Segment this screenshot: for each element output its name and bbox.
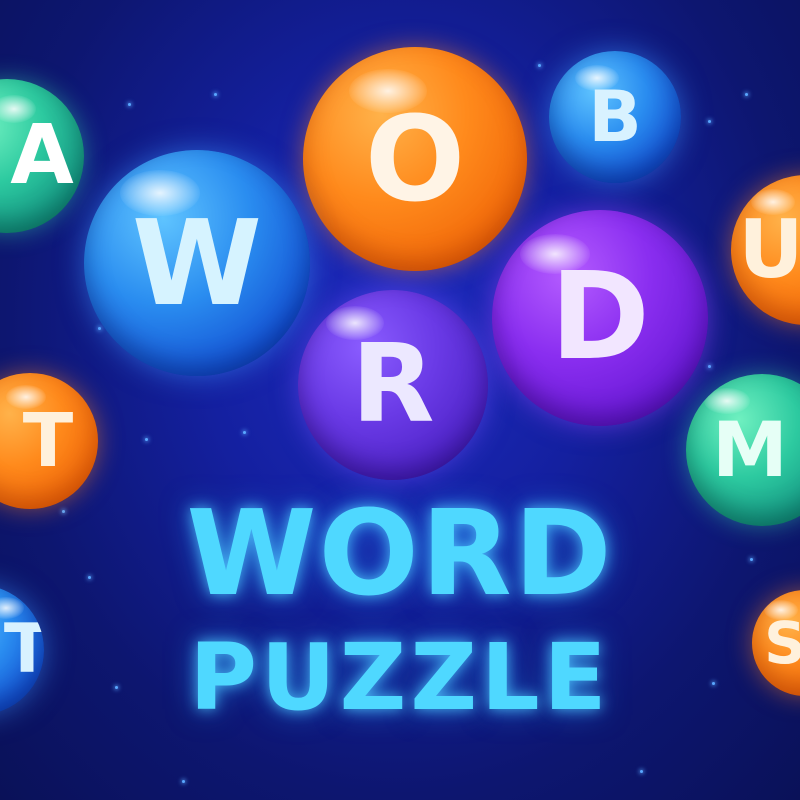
star-decoration [708,120,711,123]
bubble-letter: A [10,108,74,203]
star-decoration [128,103,131,106]
letter-bubble-w[interactable]: W [84,150,310,376]
bubble-letter: M [712,405,788,494]
star-decoration [538,64,541,67]
bubble-letter: T [22,398,74,484]
bubble-letter: O [364,90,466,228]
star-decoration [182,780,185,783]
bubble-letter: S [764,609,800,677]
game-subtitle: PUZZLE [189,624,611,731]
letter-bubble-r[interactable]: R [298,290,488,480]
letter-bubble-o[interactable]: O [303,47,527,271]
star-decoration [640,770,643,773]
bubble-letter: D [550,248,650,387]
letter-bubble-u[interactable]: U [731,175,800,325]
bubble-letter: R [351,322,435,447]
star-decoration [745,93,748,96]
game-title: WORD [186,484,614,622]
star-decoration [214,93,217,96]
star-decoration [708,365,711,368]
star-decoration [98,327,101,330]
star-decoration [145,438,148,441]
bubble-letter: W [131,194,263,332]
letter-bubble-d[interactable]: D [492,210,708,426]
bubble-letter: T [3,610,44,689]
game-splash-screen: A O B W U D R T M T S WORD PUZZLE [0,0,800,800]
bubble-letter: U [738,203,800,296]
letter-bubble-b[interactable]: B [549,51,681,183]
star-decoration [243,431,246,434]
letter-bubble-a[interactable]: A [0,79,84,233]
bubble-letter: B [588,76,642,158]
